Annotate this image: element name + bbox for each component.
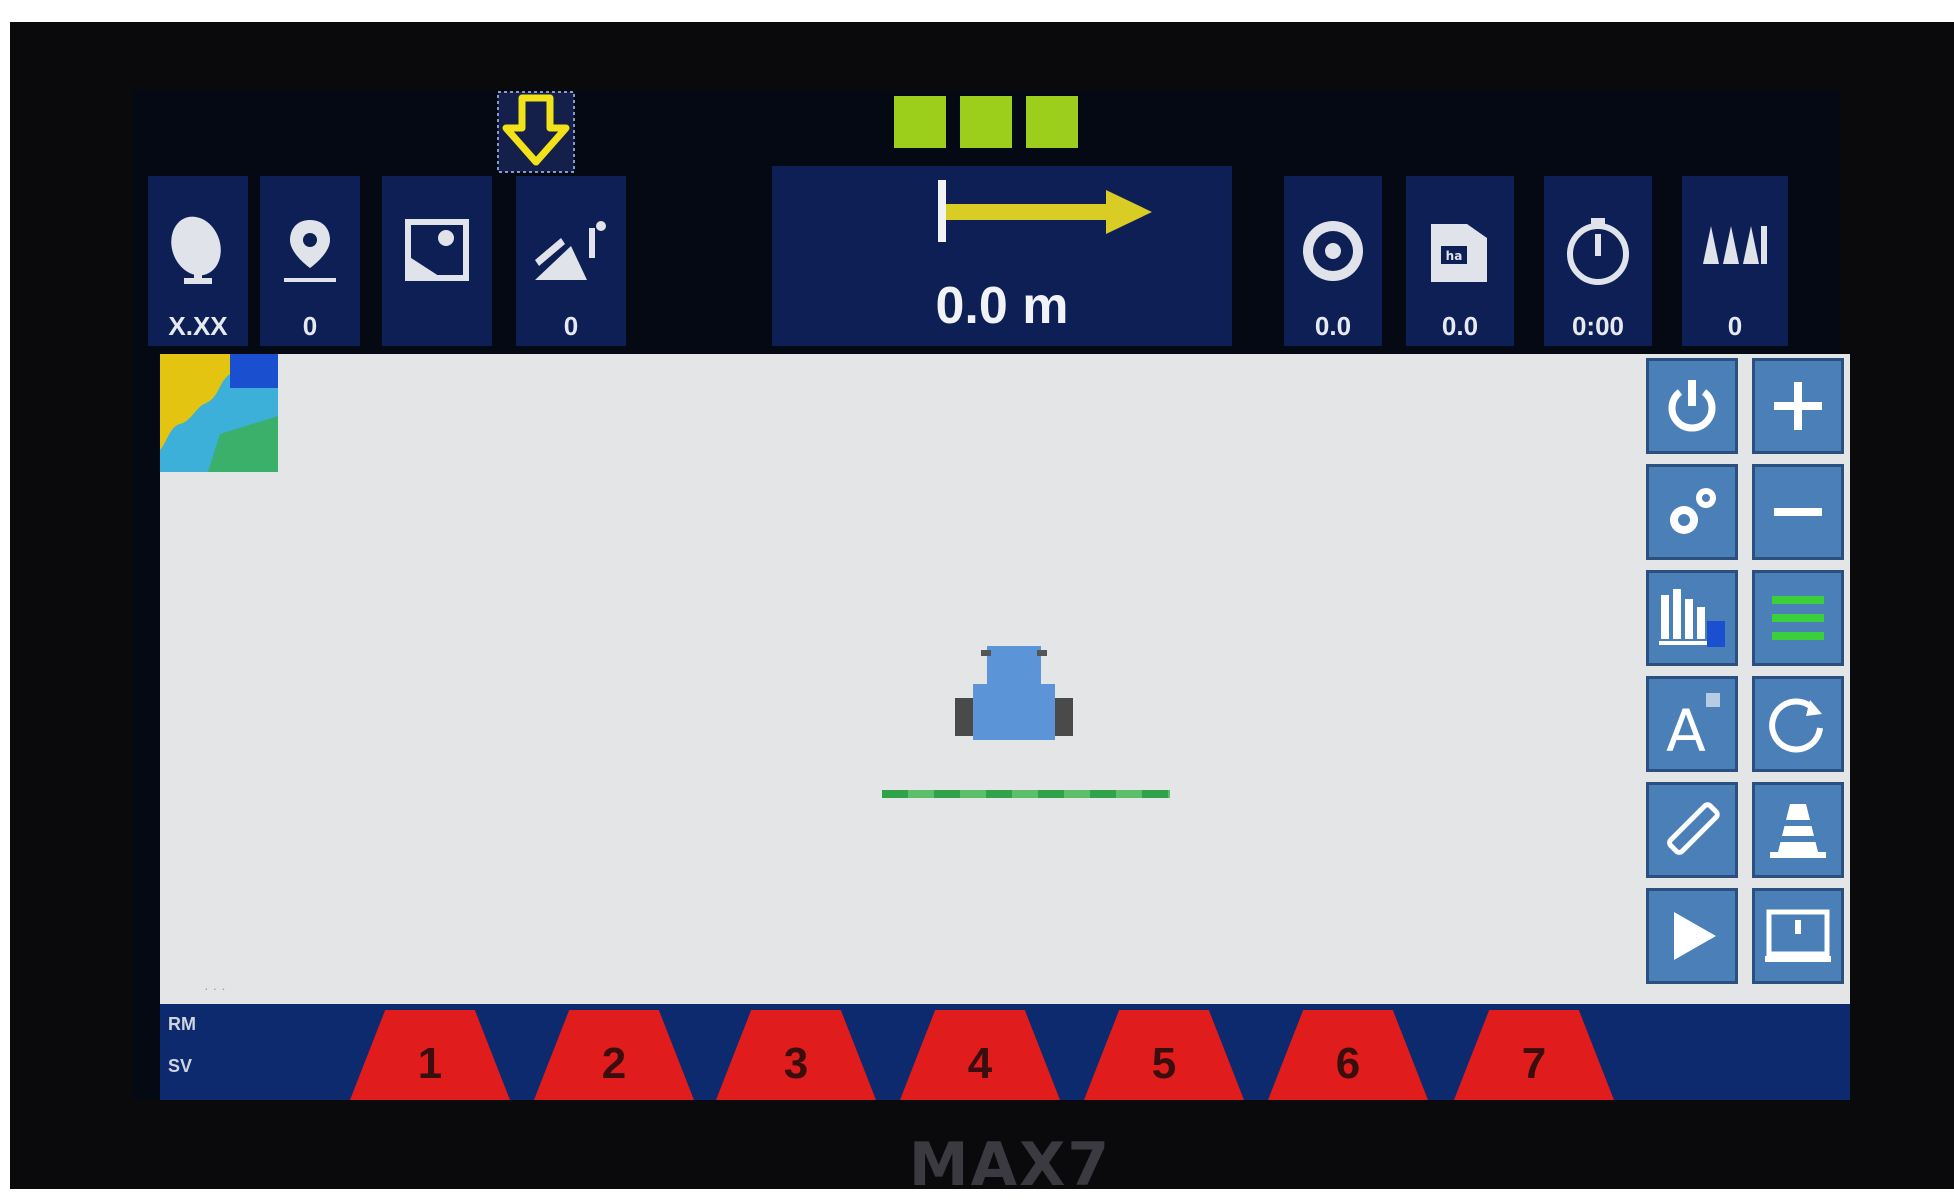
display-bezel: X.XX 0 0 0.0 m 0.0 ha 0.0 0:00 0 · · · A… — [10, 22, 1954, 1200]
applied-area-value: 0 — [563, 311, 579, 341]
guidance-lines-button[interactable] — [1752, 570, 1844, 666]
speedometer-icon — [1298, 216, 1368, 291]
section-number: 3 — [783, 1039, 809, 1088]
device-label: MAX7 — [908, 1130, 1112, 1200]
ab-line-icon: A — [1666, 693, 1720, 757]
gears-icon — [1670, 488, 1716, 534]
plus-icon — [1774, 382, 1822, 430]
play-button[interactable] — [1646, 888, 1738, 984]
field-tile[interactable] — [382, 176, 492, 346]
measure-button[interactable] — [1646, 782, 1738, 878]
signal-bar — [894, 96, 946, 148]
rotate-icon — [1769, 698, 1823, 753]
section-control-button[interactable] — [1646, 570, 1738, 666]
section-6[interactable]: 6 — [1268, 1010, 1428, 1100]
section-1[interactable]: 1 — [350, 1010, 510, 1100]
applied-area-tile[interactable]: 0 — [516, 176, 626, 346]
tractor-icon — [953, 642, 1077, 759]
section-4[interactable]: 4 — [900, 1010, 1060, 1100]
section-number: 2 — [601, 1039, 627, 1088]
svg-text:ha: ha — [1446, 249, 1463, 263]
location-pin-icon — [278, 216, 342, 291]
section-2[interactable]: 2 — [534, 1010, 694, 1100]
zoom-in-button[interactable] — [1752, 358, 1844, 454]
ruler-icon — [1667, 802, 1720, 855]
gnss-tile[interactable]: X.XX — [148, 176, 248, 346]
section-chart-icon — [1659, 589, 1725, 647]
monitor-icon — [1765, 909, 1831, 962]
guidance-lines-icon — [1772, 596, 1824, 640]
section-3[interactable]: 3 — [716, 1010, 876, 1100]
satellite-dish-icon — [166, 216, 230, 291]
screen: X.XX 0 0 0.0 m 0.0 ha 0.0 0:00 0 · · · A… — [132, 90, 1850, 1100]
section-number: 7 — [1521, 1039, 1547, 1088]
svg-text:A: A — [1666, 697, 1706, 757]
signal-bar — [960, 96, 1012, 148]
gnss-value: X.XX — [168, 311, 228, 341]
speed-tile[interactable]: 0.0 — [1284, 176, 1382, 346]
applied-area-icon — [531, 216, 611, 291]
section-5[interactable]: 5 — [1084, 1010, 1244, 1100]
cone-icon — [1770, 804, 1826, 858]
screen-button[interactable] — [1752, 888, 1844, 984]
section-bar: RM SV 1 2 3 4 5 6 7 — [160, 1004, 1850, 1100]
field-boundary-icon — [402, 216, 472, 291]
minimap[interactable] — [160, 354, 278, 477]
area-ha-icon: ha — [1425, 216, 1495, 293]
sections-count-icon — [1697, 216, 1773, 277]
sections-count-tile[interactable]: 0 — [1682, 176, 1788, 346]
play-icon — [1674, 912, 1716, 960]
minus-icon — [1774, 508, 1822, 516]
warning-down-arrow-icon[interactable] — [496, 90, 576, 179]
area-value: 0.0 — [1441, 311, 1479, 341]
cross-track-arrow-icon — [938, 180, 1152, 242]
marker-button[interactable] — [1752, 782, 1844, 878]
rotate-view-button[interactable] — [1752, 676, 1844, 772]
timer-icon — [1563, 216, 1633, 291]
section-7[interactable]: 7 — [1454, 1010, 1614, 1100]
settings-button[interactable] — [1646, 464, 1738, 560]
position-value: 0 — [302, 311, 318, 341]
section-number: 5 — [1151, 1039, 1177, 1088]
field-map[interactable]: · · · A — [160, 354, 1850, 1004]
section-bar-label: RM — [168, 1014, 196, 1034]
implement-boom — [882, 790, 1170, 798]
zoom-out-button[interactable] — [1752, 464, 1844, 560]
power-button[interactable] — [1646, 358, 1738, 454]
power-icon — [1668, 380, 1716, 432]
sections-count-value: 0 — [1727, 311, 1743, 341]
cross-track-value: 0.0 m — [935, 277, 1069, 335]
position-tile[interactable]: 0 — [260, 176, 360, 346]
gps-signal-bars — [894, 96, 1078, 148]
timer-tile[interactable]: 0:00 — [1544, 176, 1652, 346]
section-number: 6 — [1335, 1039, 1361, 1088]
section-number: 1 — [417, 1039, 443, 1088]
timer-value: 0:00 — [1571, 311, 1625, 341]
speed-value: 0.0 — [1314, 311, 1352, 341]
ab-line-button[interactable]: A — [1646, 676, 1738, 772]
area-tile[interactable]: ha 0.0 — [1406, 176, 1514, 346]
section-number: 4 — [967, 1039, 993, 1088]
cross-track-panel: 0.0 m — [772, 166, 1232, 346]
section-bar-label: SV — [168, 1056, 193, 1076]
signal-bar — [1026, 96, 1078, 148]
map-scale: · · · — [204, 980, 226, 996]
